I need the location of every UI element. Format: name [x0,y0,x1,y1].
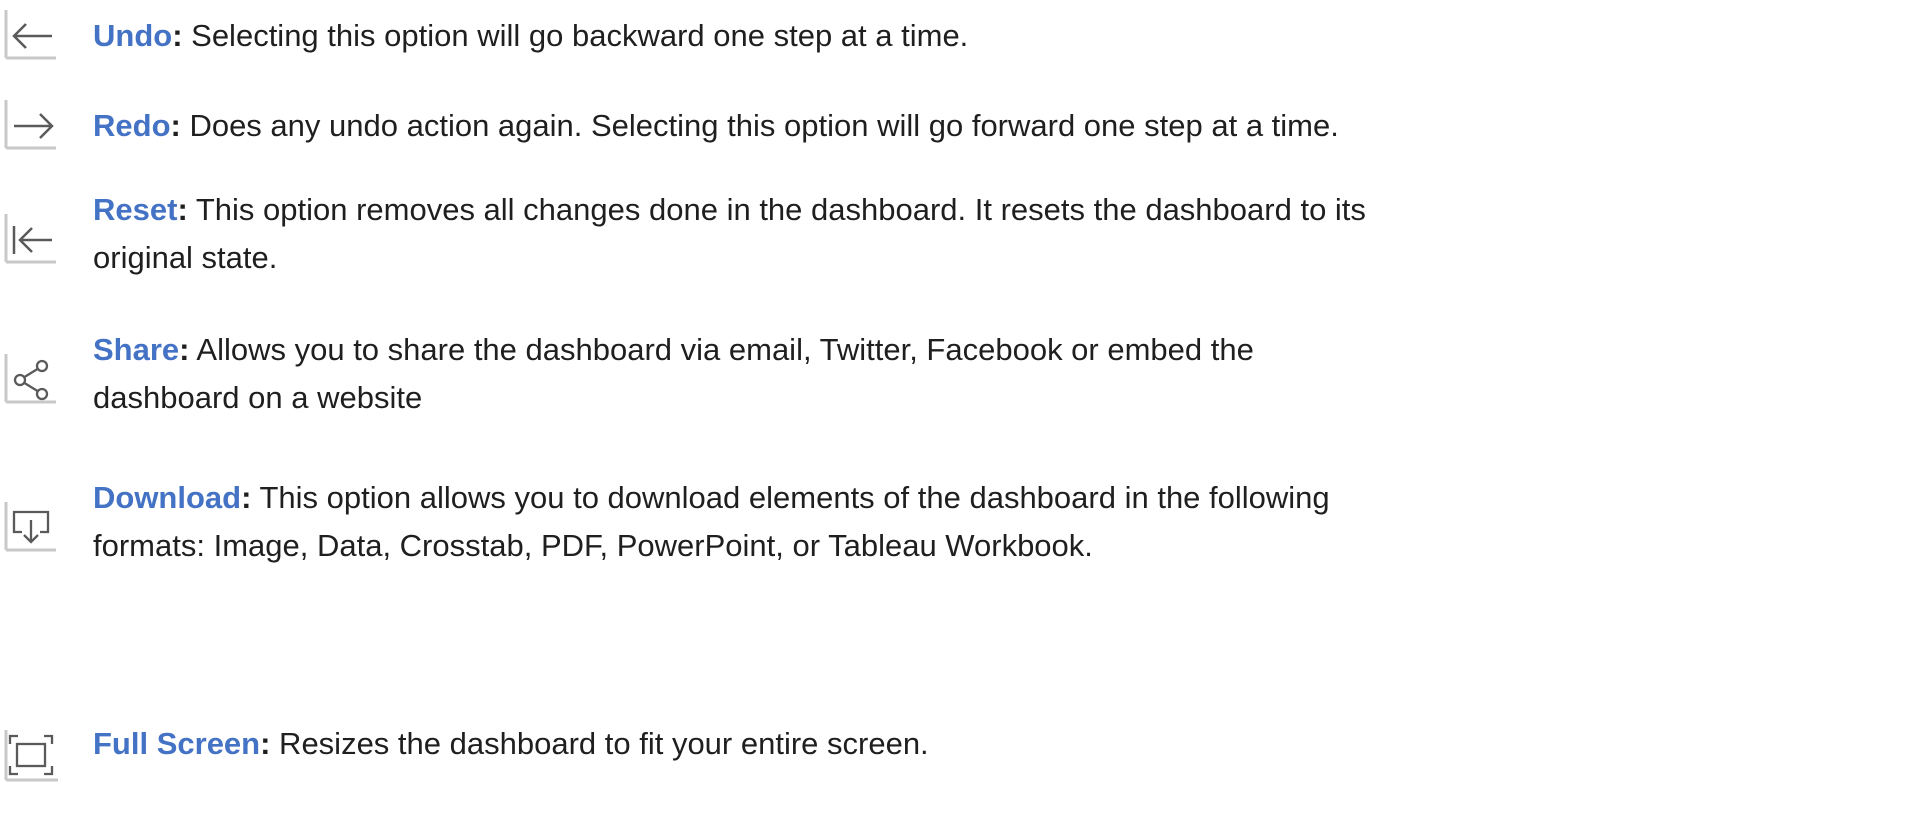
redo-arrow-icon [0,94,62,156]
item-text: Redo: Does any undo action again. Select… [93,108,1339,143]
item-text: Undo: Selecting this option will go back… [93,18,969,53]
desc-reset: This option removes all changes done in … [187,192,1366,227]
desc-share-line2: dashboard on a website [93,380,423,415]
desc-full-screen: Resizes the dashboard to fit your entire… [270,726,929,761]
item-text: Download: This option allows you to down… [93,480,1330,563]
reset-arrow-icon [0,208,62,270]
term-download: Download [93,480,242,515]
full-screen-icon [0,724,62,786]
download-icon [0,496,62,558]
term-share: Share [93,332,180,367]
term-redo: Redo [93,108,171,143]
desc-download: This option allows you to download eleme… [251,480,1330,515]
undo-arrow-icon [0,4,62,66]
term-reset: Reset [93,192,178,227]
term-undo: Undo [93,18,173,53]
item-text: Share: Allows you to share the dashboard… [93,332,1254,415]
item-text: Full Screen: Resizes the dashboard to fi… [93,726,929,761]
term-full-screen: Full Screen [93,726,261,761]
desc-undo: Selecting this option will go backward o… [182,18,969,53]
share-icon [0,348,62,410]
desc-share: Allows you to share the dashboard via em… [189,332,1254,367]
desc-download-line2: formats: Image, Data, Crosstab, PDF, Pow… [93,528,1093,563]
desc-redo: Does any undo action again. Selecting th… [180,108,1339,143]
item-text: Reset: This option removes all changes d… [93,192,1366,275]
desc-reset-line2: original state. [93,240,278,275]
